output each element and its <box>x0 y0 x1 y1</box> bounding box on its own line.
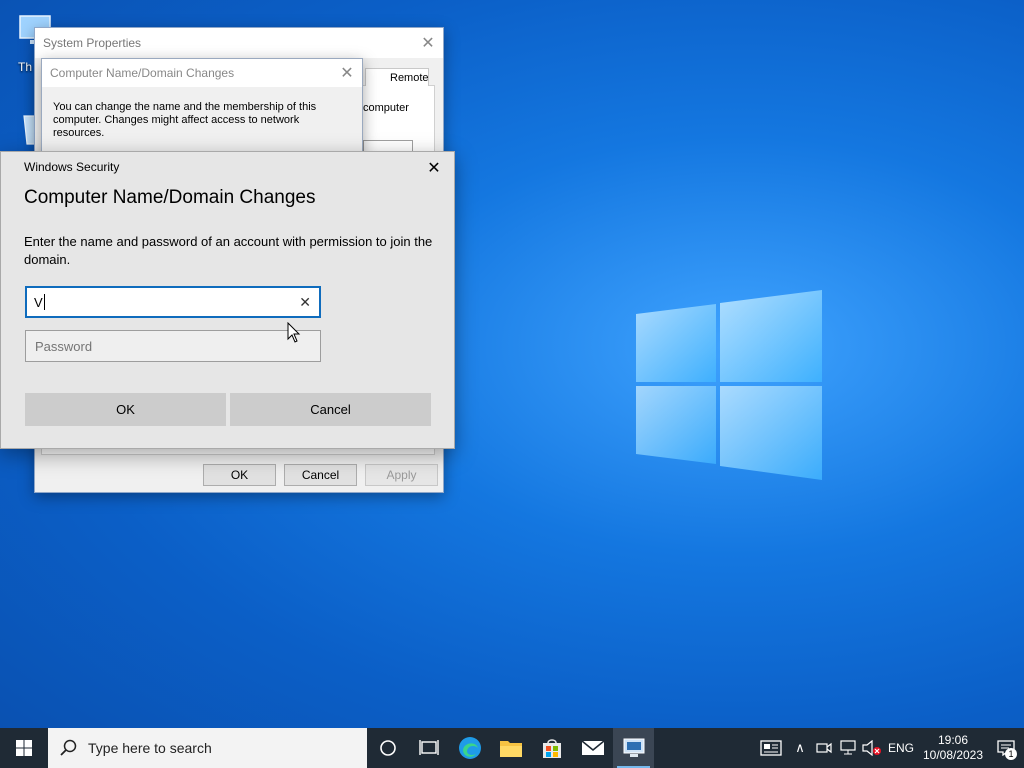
system-properties-ok-button[interactable]: OK <box>203 464 276 486</box>
folder-icon <box>499 741 522 757</box>
cortana-circle-icon <box>379 740 396 756</box>
mail-envelope-icon <box>580 740 605 755</box>
taskbar-search-box[interactable]: Type here to search <box>48 728 367 768</box>
network-icon <box>840 740 856 755</box>
windows-security-close-button[interactable]: ✕ <box>422 156 446 180</box>
windows-security-description: Enter the name and password of an accoun… <box>24 234 433 267</box>
cortana-button[interactable] <box>367 728 408 768</box>
windows-security-dialog: Windows Security ✕ Computer Name/Domain … <box>0 151 455 449</box>
name-domain-changes-close-button[interactable]: ✕ <box>332 59 362 87</box>
windows-logo-wallpaper <box>636 290 822 480</box>
tray-network-button[interactable] <box>836 728 860 768</box>
username-value: V <box>34 294 43 310</box>
task-view-icon <box>418 740 439 755</box>
password-input[interactable]: Password <box>25 330 321 362</box>
chevron-up-icon: ∧ <box>795 740 805 755</box>
close-icon: ✕ <box>421 35 435 52</box>
taskbar: Type here to search ∧ ENG 19:06 10/08/20… <box>0 728 1024 768</box>
edge-browser-icon <box>458 737 481 759</box>
name-domain-changes-window: Computer Name/Domain Changes ✕ You can c… <box>41 58 363 158</box>
tab-remote[interactable]: Remote <box>365 68 429 86</box>
tray-meet-button[interactable] <box>812 728 836 768</box>
news-icon <box>760 740 782 756</box>
text-caret <box>43 294 45 310</box>
taskbar-mail[interactable] <box>572 728 613 768</box>
tray-news-button[interactable] <box>754 728 788 768</box>
windows-security-cancel-button[interactable]: Cancel <box>230 393 431 426</box>
taskbar-store[interactable] <box>531 728 572 768</box>
action-center-button[interactable]: 1 <box>988 728 1024 768</box>
notification-count-badge: 1 <box>1005 748 1017 760</box>
start-button[interactable] <box>0 728 48 768</box>
system-properties-title: System Properties <box>35 28 443 58</box>
clear-input-icon[interactable]: ✕ <box>299 294 311 311</box>
show-hidden-icons-button[interactable]: ∧ <box>788 728 812 768</box>
name-domain-changes-description: You can change the name and the membersh… <box>53 101 317 139</box>
search-placeholder: Type here to search <box>88 740 212 756</box>
windows-security-ok-button[interactable]: OK <box>25 393 226 426</box>
system-computer-icon <box>623 738 644 757</box>
mouse-cursor-icon <box>287 322 301 343</box>
system-tray: ∧ ENG 19:06 10/08/2023 1 <box>754 728 1024 768</box>
name-domain-changes-title: Computer Name/Domain Changes <box>42 59 362 87</box>
taskbar-file-explorer[interactable] <box>490 728 531 768</box>
password-placeholder: Password <box>35 338 93 354</box>
task-view-button[interactable] <box>408 728 449 768</box>
windows-start-icon <box>16 740 32 756</box>
camera-icon <box>816 742 832 754</box>
taskbar-system-properties[interactable] <box>613 728 654 768</box>
system-properties-apply-button[interactable]: Apply <box>365 464 438 486</box>
system-properties-close-button[interactable]: ✕ <box>413 28 443 58</box>
tray-volume-button[interactable] <box>860 728 884 768</box>
close-icon: ✕ <box>427 160 441 177</box>
system-properties-partial-text: computer <box>363 102 409 114</box>
system-properties-cancel-button[interactable]: Cancel <box>284 464 357 486</box>
clock-time: 19:06 <box>937 733 969 747</box>
taskbar-edge[interactable] <box>449 728 490 768</box>
windows-security-heading: Computer Name/Domain Changes <box>24 187 316 208</box>
close-icon: ✕ <box>340 65 354 82</box>
taskbar-clock[interactable]: 19:06 10/08/2023 <box>918 733 988 763</box>
tray-language-button[interactable]: ENG <box>884 728 918 768</box>
clock-date: 10/08/2023 <box>922 748 984 762</box>
windows-security-caption: Windows Security <box>24 160 120 174</box>
username-input[interactable]: V ✕ <box>25 286 321 318</box>
this-pc-label: Th <box>18 60 33 74</box>
search-icon <box>60 739 77 756</box>
store-bag-icon <box>542 739 561 758</box>
volume-muted-icon <box>862 740 881 756</box>
